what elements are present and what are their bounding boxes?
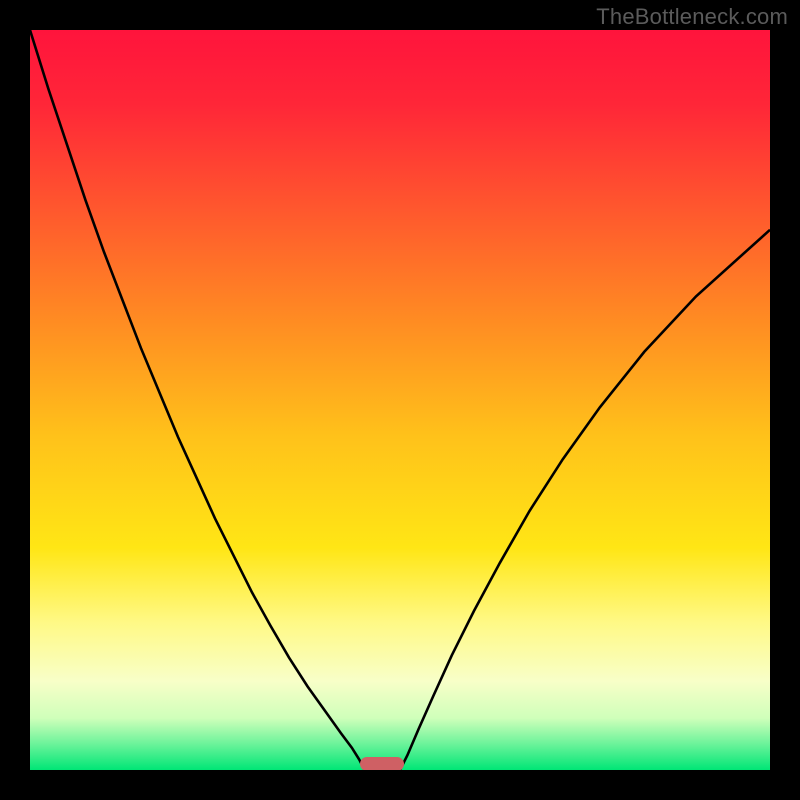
- chart-frame: TheBottleneck.com: [0, 0, 800, 800]
- right-curve: [400, 230, 770, 770]
- watermark-text: TheBottleneck.com: [596, 4, 788, 30]
- bottleneck-marker: [360, 757, 404, 770]
- left-curve: [30, 30, 364, 770]
- plot-area: [30, 30, 770, 770]
- curve-layer: [30, 30, 770, 770]
